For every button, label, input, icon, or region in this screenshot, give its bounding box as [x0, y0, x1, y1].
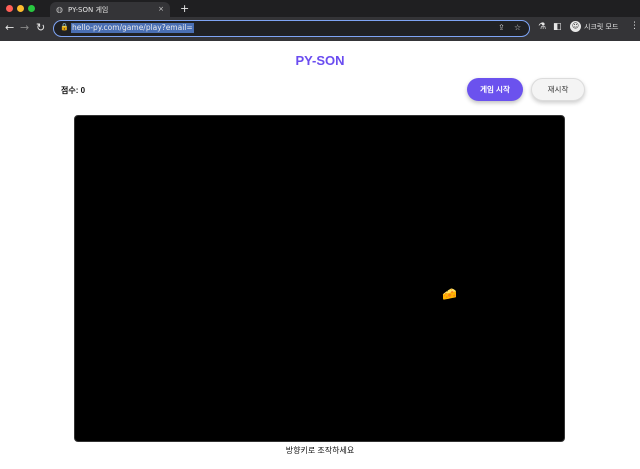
extension-icon[interactable]: ⚗: [538, 22, 546, 32]
browser-tab[interactable]: ◍ PY-SON 게임 ×: [50, 2, 170, 17]
tab-title: PY-SON 게임: [68, 5, 109, 14]
game-canvas[interactable]: 🐮 🧀: [74, 115, 565, 442]
url-text[interactable]: hello-py.com/game/play?email=: [71, 23, 194, 33]
profile-button[interactable]: ☺ 시크릿 모드: [570, 21, 618, 32]
new-tab-button[interactable]: +: [180, 2, 189, 15]
page-content: PY-SON 점수: 0 게임 시작 재시작 🐮 🧀 방향키로 조작하세요: [0, 41, 640, 469]
sidepanel-icon[interactable]: ◧: [553, 22, 562, 32]
close-window-icon[interactable]: [6, 5, 13, 12]
globe-icon: ◍: [56, 4, 63, 14]
menu-icon[interactable]: ⋮: [630, 21, 639, 31]
tab-close-icon[interactable]: ×: [158, 5, 164, 13]
profile-icon: ☺: [570, 21, 581, 32]
share-icon[interactable]: ⇪: [498, 23, 505, 32]
minimize-window-icon[interactable]: [17, 5, 24, 12]
browser-toolbar: ← → ↻ 🔒 hello-py.com/game/play?email= ⇪ …: [0, 17, 640, 41]
window-controls: [6, 5, 35, 12]
start-game-button[interactable]: 게임 시작: [467, 78, 523, 101]
control-hint: 방향키로 조작하세요: [285, 446, 355, 455]
reload-icon[interactable]: ↻: [36, 21, 45, 35]
star-icon[interactable]: ☆: [514, 23, 521, 32]
score-label: 점수: 0: [61, 86, 86, 95]
player-character: 🐮: [243, 286, 260, 302]
forward-icon[interactable]: →: [20, 21, 29, 35]
page-title: PY-SON: [295, 53, 345, 68]
target-item: 🧀: [442, 287, 457, 301]
restart-button[interactable]: 재시작: [531, 78, 585, 101]
lock-icon[interactable]: 🔒: [60, 23, 69, 31]
address-bar[interactable]: 🔒 hello-py.com/game/play?email= ⇪ ☆: [53, 20, 530, 37]
profile-label: 시크릿 모드: [584, 22, 619, 31]
back-icon[interactable]: ←: [5, 21, 14, 35]
tab-bar: ◍ PY-SON 게임 × +: [0, 0, 640, 17]
maximize-window-icon[interactable]: [28, 5, 35, 12]
